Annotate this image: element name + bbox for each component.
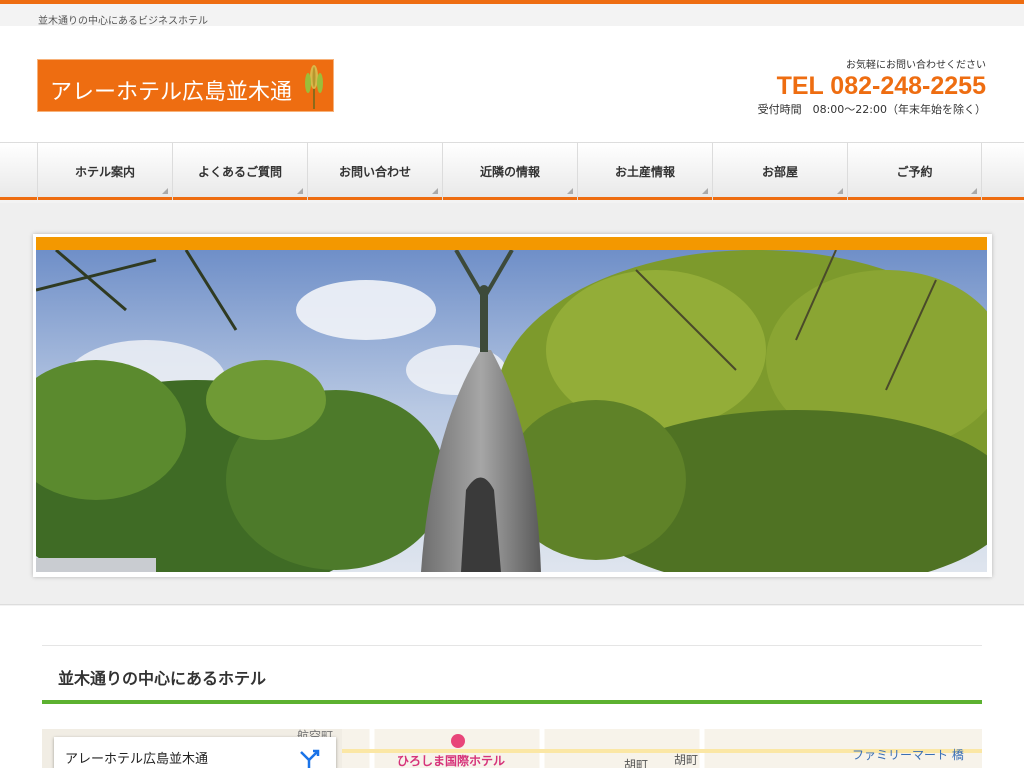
corner-triangle-icon <box>971 188 977 194</box>
directions-icon[interactable] <box>298 746 320 768</box>
corner-triangle-icon <box>162 188 168 194</box>
nav-item-nearby[interactable]: 近隣の情報 <box>442 143 577 200</box>
corner-triangle-icon <box>567 188 573 194</box>
nav-item-label: お土産情報 <box>614 165 675 179</box>
main-content: 並木通りの中心にあるホテル 航空町 ひろしま国際ホテル 胡町 胡町 ファミリーマ… <box>0 606 1024 768</box>
nav-item-hotel-guide[interactable]: ホテル案内 <box>37 143 172 200</box>
map-label: 胡町 <box>624 758 649 768</box>
map-label: ファミリーマート 橋 <box>852 748 964 762</box>
logo-text: アレーホテル広島並木通 <box>50 80 293 105</box>
divider <box>42 645 982 646</box>
nav-item-label: ホテル案内 <box>74 165 135 179</box>
corner-triangle-icon <box>837 188 843 194</box>
tagline-bar: 並木通りの中心にあるビジネスホテル <box>0 4 1024 27</box>
nav-item-souvenirs[interactable]: お土産情報 <box>577 143 712 200</box>
hero-accent-bar <box>36 237 987 250</box>
nav-item-contact[interactable]: お問い合わせ <box>307 143 442 200</box>
nav-item-label: お部屋 <box>761 165 798 179</box>
phone-number[interactable]: TEL 082-248-2255 <box>758 72 986 100</box>
site-tagline: 並木通りの中心にあるビジネスホテル <box>38 16 208 27</box>
section-underline <box>42 700 982 704</box>
contact-block: お気軽にお問い合わせください TEL 082-248-2255 受付時間 08:… <box>758 56 986 117</box>
nav-item-label: 近隣の情報 <box>479 165 540 179</box>
nav-item-label: よくあるご質問 <box>197 165 282 179</box>
main-nav: ホテル案内 よくあるご質問 お問い合わせ 近隣の情報 お土産情報 お部屋 ご予約 <box>0 142 1024 200</box>
nav-item-reservation[interactable]: ご予約 <box>847 143 982 200</box>
map-label: 胡町 <box>674 753 699 767</box>
nav-item-faq[interactable]: よくあるご質問 <box>172 143 307 200</box>
corner-triangle-icon <box>702 188 708 194</box>
corner-triangle-icon <box>297 188 303 194</box>
nav-item-label: お問い合わせ <box>338 165 411 179</box>
map-card-title: アレーホテル広島並木通 <box>65 752 209 767</box>
map-info-card: アレーホテル広島並木通 <box>54 737 336 768</box>
business-hours: 受付時間 08:00～22:00（年末年始を除く） <box>757 103 986 116</box>
hero-section <box>0 203 1024 605</box>
map-label: ひろしま国際ホテル <box>397 754 506 768</box>
hero-image-peace-monument <box>36 250 987 572</box>
header: アレーホテル広島並木通 お気軽にお問い合わせください TEL 082-248-2… <box>0 26 1024 142</box>
corner-triangle-icon <box>432 188 438 194</box>
google-map[interactable]: 航空町 ひろしま国際ホテル 胡町 胡町 ファミリーマート 橋 アレーホテル広島並… <box>42 729 982 768</box>
nav-item-label: ご予約 <box>896 165 933 179</box>
section-title: 並木通りの中心にあるホテル <box>58 669 267 688</box>
nav-item-rooms[interactable]: お部屋 <box>712 143 847 200</box>
site-logo[interactable]: アレーホテル広島並木通 <box>37 59 334 112</box>
hero-frame <box>33 234 992 577</box>
contact-lead: お気軽にお問い合わせください <box>846 60 986 71</box>
wheat-logo-icon <box>305 65 323 109</box>
